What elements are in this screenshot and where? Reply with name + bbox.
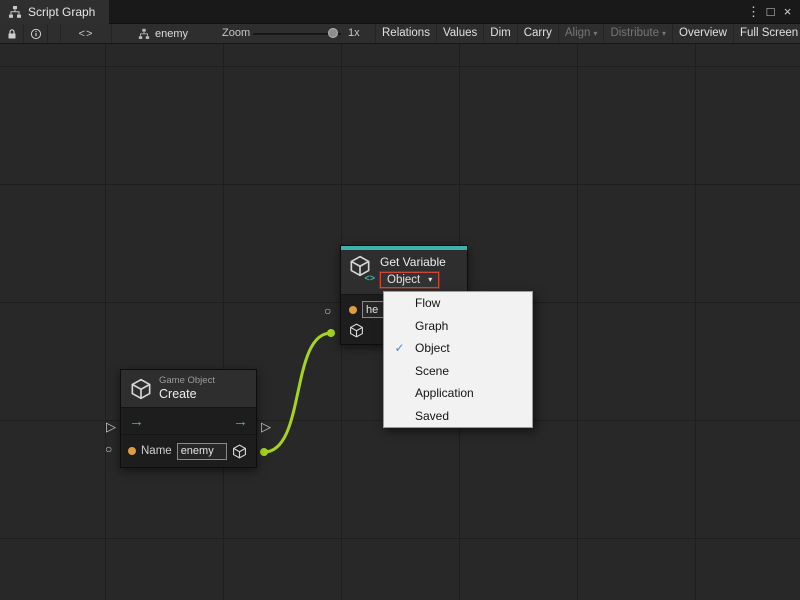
- connection-wire[interactable]: [264, 333, 331, 452]
- values-button[interactable]: Values: [436, 24, 483, 43]
- graph-toolbar: <> enemy Zoom 1x Relations Values Dim Ca…: [0, 24, 800, 44]
- variable-icon: <>: [349, 255, 373, 281]
- fullscreen-button[interactable]: Full Screen: [733, 24, 800, 43]
- title-bar: Script Graph ⋮ □ ×: [0, 0, 800, 24]
- chevron-down-icon: ▾: [662, 30, 666, 38]
- align-label: Align: [565, 24, 591, 43]
- distribute-label: Distribute: [610, 24, 659, 43]
- edit-script-button[interactable]: <>: [60, 24, 112, 43]
- cube-input-icon[interactable]: [349, 323, 364, 338]
- info-icon: [30, 28, 42, 40]
- check-icon: ✓: [384, 341, 415, 355]
- variable-kind-value: Object: [387, 274, 420, 286]
- maximize-icon[interactable]: □: [762, 0, 779, 24]
- menu-item-label: Object: [415, 341, 450, 355]
- menu-item-label: Graph: [415, 319, 448, 333]
- cube-output-icon[interactable]: [232, 444, 247, 459]
- menu-item-application[interactable]: Application: [384, 382, 532, 405]
- menu-item-object[interactable]: ✓ Object: [384, 337, 532, 360]
- zoom-slider-handle[interactable]: [328, 28, 338, 38]
- value-input-port[interactable]: ○: [105, 443, 112, 455]
- more-menu-icon[interactable]: ⋮: [745, 0, 762, 24]
- relations-button[interactable]: Relations: [375, 24, 436, 43]
- flow-row: → →: [121, 408, 256, 434]
- wire-start-dot[interactable]: [260, 448, 268, 456]
- node-game-object-create[interactable]: Game Object Create → → Name: [120, 369, 257, 468]
- overview-button[interactable]: Overview: [672, 24, 733, 43]
- menu-item-scene[interactable]: Scene: [384, 360, 532, 383]
- name-input[interactable]: [177, 443, 227, 460]
- wire-end-dot[interactable]: [327, 329, 335, 337]
- name-row: Name: [121, 434, 256, 467]
- chevron-down-icon: ▾: [428, 276, 432, 284]
- dim-button[interactable]: Dim: [483, 24, 516, 43]
- script-graph-icon: [8, 5, 22, 19]
- graph-name: enemy: [155, 28, 188, 40]
- node-title: Get Variable: [380, 255, 446, 269]
- tab-script-graph[interactable]: Script Graph: [0, 0, 109, 24]
- window-controls: ⋮ □ ×: [745, 0, 796, 24]
- variable-kind-dropdown[interactable]: Object ▾: [380, 272, 439, 288]
- menu-item-saved[interactable]: Saved: [384, 405, 532, 428]
- graph-canvas[interactable]: ▷ ○ ▷ ○ Game Object Create → → Name: [0, 44, 800, 600]
- node-header[interactable]: <> Get Variable Object ▾: [341, 250, 467, 295]
- distribute-button[interactable]: Distribute ▾: [603, 24, 672, 43]
- flow-in-arrow-icon: →: [129, 414, 144, 429]
- value-port-dot-icon[interactable]: [128, 447, 136, 455]
- tab-title: Script Graph: [28, 5, 95, 19]
- menu-item-flow[interactable]: Flow: [384, 292, 532, 315]
- cube-icon: [130, 378, 152, 400]
- menu-item-label: Saved: [415, 409, 449, 423]
- zoom-label: Zoom: [222, 24, 250, 43]
- menu-item-label: Scene: [415, 364, 449, 378]
- node-header-text: Get Variable Object ▾: [380, 255, 446, 288]
- breadcrumb[interactable]: enemy: [138, 24, 188, 43]
- lock-button[interactable]: [0, 24, 24, 43]
- zoom-value: 1x: [348, 24, 360, 43]
- name-label: Name: [141, 445, 172, 457]
- code-icon: <>: [364, 273, 375, 283]
- node-category: Game Object: [159, 376, 215, 387]
- flow-out-arrow-icon: →: [233, 414, 248, 429]
- menu-item-graph[interactable]: Graph: [384, 315, 532, 338]
- flow-output-port[interactable]: ▷: [261, 420, 271, 433]
- info-button[interactable]: [24, 24, 48, 43]
- flow-input-port[interactable]: ▷: [106, 420, 116, 433]
- chevron-down-icon: ▾: [593, 30, 597, 38]
- code-icon: <>: [79, 28, 94, 40]
- variable-kind-menu: Flow Graph ✓ Object Scene Application Sa…: [383, 291, 533, 428]
- value-port-dot-icon[interactable]: [349, 306, 357, 314]
- value-input-port[interactable]: ○: [324, 305, 331, 317]
- toolbar-buttons: Relations Values Dim Carry Align ▾ Distr…: [375, 24, 800, 43]
- menu-item-label: Flow: [415, 296, 440, 310]
- close-icon[interactable]: ×: [779, 0, 796, 24]
- node-header[interactable]: Game Object Create: [121, 370, 256, 408]
- node-header-text: Game Object Create: [159, 376, 215, 401]
- carry-button[interactable]: Carry: [517, 24, 558, 43]
- lock-icon: [6, 28, 18, 40]
- menu-item-label: Application: [415, 386, 474, 400]
- align-button[interactable]: Align ▾: [558, 24, 604, 43]
- graph-asset-icon: [138, 28, 150, 40]
- node-title: Create: [159, 387, 215, 401]
